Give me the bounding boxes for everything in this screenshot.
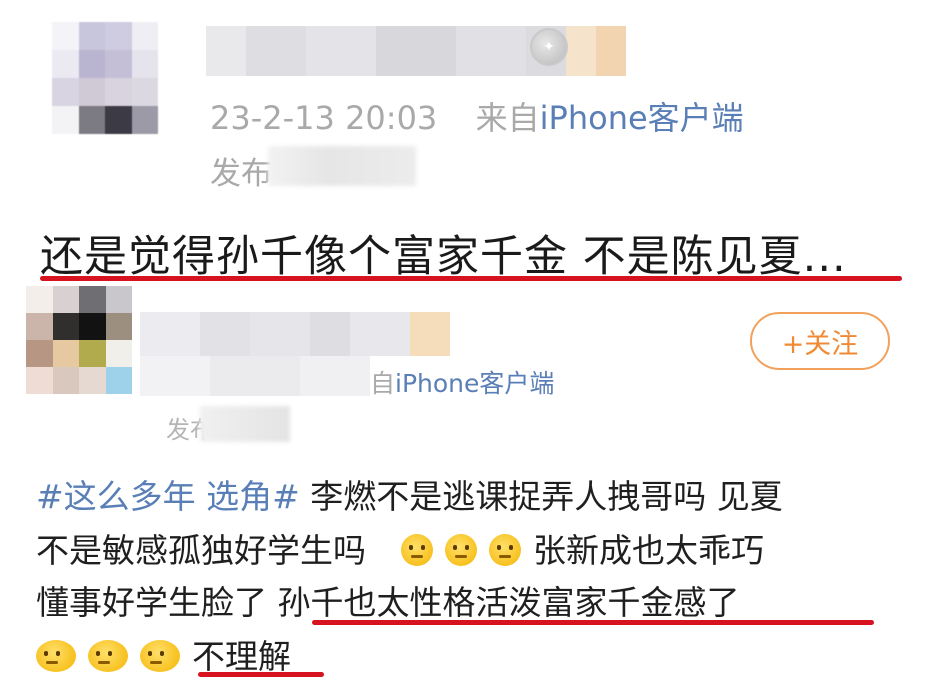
source-link[interactable]: iPhone客户端 [540,99,744,137]
publish-location-blurred [268,146,416,186]
avatar[interactable] [52,22,158,134]
red-underline [312,620,874,625]
source-link[interactable]: iPhone客户端 [395,369,554,398]
grimace-emoji-icon [445,534,477,566]
shrug-emoji-icon [88,640,128,672]
post-line: 懂事好学生脸了 孙千也太性格活泼富家千金感了 [36,576,740,624]
username-blurred[interactable] [140,312,450,356]
meta-blurred [140,356,370,396]
post-line: 不理解 [36,630,291,678]
hashtag-link[interactable]: #这么多年 选角# [36,477,300,516]
publish-label: 发布 [210,156,272,192]
headline-text: 还是觉得孙千像个富家千金 不是陈见夏... [40,232,847,282]
post-text: 张新成也太乖巧 [533,531,764,570]
red-underline [198,672,324,677]
highlighted-text: 不理解 [192,637,291,676]
source-prefix: 来自 [475,99,540,137]
grimace-emoji-icon [401,534,433,566]
post-line: #这么多年 选角# 李燃不是逃课捉弄人拽哥吗 见夏 [36,470,783,518]
shrug-emoji-icon [36,640,76,672]
post-timestamp: 23-2-13 20:03 [210,99,438,137]
post-text: 不是敏感孤独好学生吗 [36,531,366,570]
source-prefix: 自 [370,369,396,398]
post-meta: 23-2-13 20:03 来自iPhone客户端 [210,93,744,139]
avatar[interactable] [26,286,132,394]
post-text: 李燃不是逃课捉弄人拽哥吗 见夏 [299,477,783,516]
post-line: 不是敏感孤独好学生吗 张新成也太乖巧 [36,524,764,572]
follow-button[interactable]: +关注 [750,312,890,370]
highlighted-text: 孙千也太性格活泼富家千金感了 [277,583,740,622]
medal-icon: ✦ [530,28,568,66]
post-meta: 自iPhone客户端 [370,364,554,400]
shrug-emoji-icon [140,640,180,672]
grimace-emoji-icon [489,534,521,566]
red-underline [40,276,902,281]
post-text: 懂事好学生脸了 [36,583,278,622]
publish-location-blurred [200,406,290,442]
